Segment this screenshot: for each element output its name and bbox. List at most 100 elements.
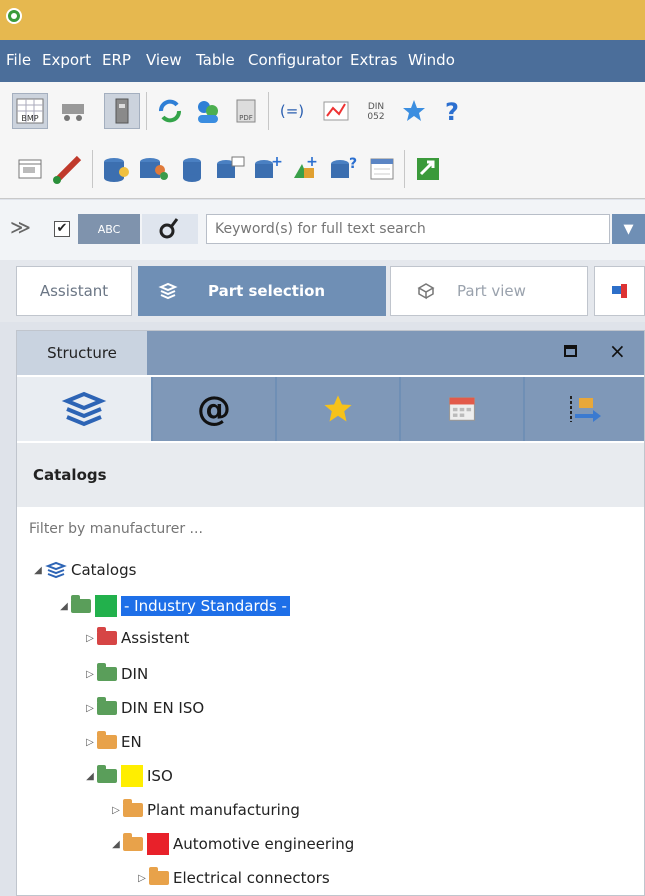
folder-icon — [97, 731, 117, 749]
part-view-icon — [417, 283, 435, 300]
pdf-export-button[interactable]: PDF — [228, 93, 264, 129]
svg-text:DIN: DIN — [368, 102, 384, 112]
tree-item-en[interactable]: ▷ EN — [83, 729, 142, 755]
menu-bar: File Export ERP View Table Configurator … — [0, 40, 645, 82]
svg-text:?: ? — [445, 98, 459, 126]
collapse-arrow-icon[interactable]: ▷ — [109, 805, 123, 816]
catalog-stack-icon — [61, 391, 107, 427]
din-button[interactable]: DIN 052 — [358, 93, 394, 129]
tree-item-electrical-connectors[interactable]: ▷ Electrical connectors — [135, 865, 330, 891]
collapse-arrow-icon[interactable]: ▷ — [83, 669, 97, 680]
db-key-button[interactable] — [98, 151, 134, 187]
expand-arrow-icon[interactable]: ◢ — [57, 601, 71, 612]
tree-item-iso[interactable]: ◢ ISO — [83, 763, 173, 789]
open-folder-icon — [123, 833, 143, 851]
window-button[interactable] — [12, 151, 48, 187]
at-view-button[interactable]: @ — [153, 377, 275, 441]
star-icon — [324, 395, 352, 422]
conveyor-icon[interactable] — [56, 93, 92, 129]
pipe-fitting-icon — [611, 284, 627, 298]
bmp-export-button[interactable]: BMP — [12, 93, 48, 129]
tab-part-view[interactable]: Part view — [390, 266, 588, 316]
tree-item-plant-manufacturing[interactable]: ▷ Plant manufacturing — [109, 797, 300, 823]
tree-item-label: Catalogs — [71, 561, 137, 579]
refresh-icon — [159, 99, 181, 123]
folder-icon — [97, 663, 117, 681]
tree-item-din-en-iso[interactable]: ▷ DIN EN ISO — [83, 695, 204, 721]
database-icon — [183, 158, 201, 182]
close-icon[interactable]: × — [609, 339, 626, 363]
shapes-add-button[interactable]: + — [288, 151, 324, 187]
db-add-button[interactable]: + — [250, 151, 286, 187]
tree-item-label: Assistent — [121, 629, 190, 647]
history-view-button[interactable] — [401, 377, 523, 441]
at-sign-icon: @ — [197, 389, 231, 429]
expand-arrow-icon[interactable]: ◢ — [109, 839, 123, 850]
users-button[interactable] — [190, 93, 226, 129]
menu-view[interactable]: View — [146, 51, 182, 69]
folder-icon — [123, 799, 143, 817]
refresh-button[interactable] — [152, 93, 188, 129]
calendar-button[interactable] — [364, 151, 400, 187]
collapse-icon[interactable]: ≫ — [10, 215, 31, 239]
collapse-arrow-icon[interactable]: ▷ — [83, 703, 97, 714]
manufacturer-filter-input[interactable] — [27, 511, 631, 547]
menu-table[interactable]: Table — [196, 51, 235, 69]
favorites-view-button[interactable] — [277, 377, 399, 441]
tab-part-view-label: Part view — [457, 282, 526, 300]
tree-item-assistent[interactable]: ▷ Assistent — [83, 625, 189, 651]
fulltext-search-input[interactable] — [206, 214, 610, 244]
tab-structure-label: Structure — [47, 344, 117, 362]
expand-arrow-icon[interactable]: ◢ — [31, 565, 45, 576]
search-dropdown-button[interactable]: ▼ — [612, 214, 645, 244]
formula-button[interactable]: (=) — [274, 93, 310, 129]
favorites-button[interactable] — [396, 93, 432, 129]
tree-item-label: ISO — [147, 767, 173, 785]
tab-more[interactable] — [594, 266, 645, 316]
help-button[interactable]: ? — [434, 93, 470, 129]
svg-text:BMP: BMP — [21, 114, 38, 123]
tree-item-automotive-engineering[interactable]: ◢ Automotive engineering — [109, 831, 354, 857]
database-query-icon: ? — [331, 156, 357, 178]
abc-search-toggle[interactable]: ABC — [78, 214, 140, 244]
tab-structure[interactable]: Structure — [17, 331, 147, 375]
menu-file[interactable]: File — [6, 51, 31, 69]
export-view-button[interactable] — [525, 377, 644, 441]
main-tabs: Assistant Part selection Part view — [0, 260, 645, 322]
cabinet-icon — [115, 98, 129, 124]
db-query-button[interactable]: ? — [326, 151, 362, 187]
bmp-icon: BMP — [16, 98, 44, 124]
collapse-arrow-icon[interactable]: ▷ — [135, 873, 149, 884]
tree-item-din[interactable]: ▷ DIN — [83, 661, 148, 687]
fulltext-checkbox[interactable]: ✔ — [54, 221, 70, 237]
tab-assistant[interactable]: Assistant — [16, 266, 132, 316]
window-icon — [18, 159, 42, 179]
diagram-button[interactable] — [318, 93, 354, 129]
geometry-search-button[interactable] — [142, 214, 198, 244]
catalog-view-button[interactable] — [17, 377, 151, 441]
collapse-arrow-icon[interactable]: ▷ — [83, 633, 97, 644]
menu-configurator[interactable]: Configurator — [248, 51, 342, 69]
app-icon[interactable] — [6, 8, 22, 24]
green-marker-icon — [95, 595, 117, 617]
yellow-marker-icon — [121, 765, 143, 787]
menu-window[interactable]: Windo — [408, 51, 455, 69]
measure-button[interactable] — [50, 151, 86, 187]
swap-button[interactable] — [410, 151, 446, 187]
cabinet-button[interactable] — [104, 93, 140, 129]
menu-export[interactable]: Export — [42, 51, 91, 69]
db-users-button[interactable] — [136, 151, 172, 187]
tree-item-catalogs[interactable]: ◢ Catalogs — [31, 557, 136, 583]
maximize-icon[interactable] — [564, 345, 577, 357]
db-mail-button[interactable] — [212, 151, 248, 187]
folder-icon — [97, 697, 117, 715]
users-icon — [198, 101, 218, 123]
menu-extras[interactable]: Extras — [350, 51, 397, 69]
expand-arrow-icon[interactable]: ◢ — [83, 771, 97, 782]
tree-item-label: Electrical connectors — [173, 869, 330, 887]
tab-part-selection[interactable]: Part selection — [138, 266, 386, 316]
collapse-arrow-icon[interactable]: ▷ — [83, 737, 97, 748]
tree-item-industry-standards[interactable]: ◢ - Industry Standards - — [57, 593, 290, 619]
menu-erp[interactable]: ERP — [102, 51, 131, 69]
database-button[interactable] — [174, 151, 210, 187]
